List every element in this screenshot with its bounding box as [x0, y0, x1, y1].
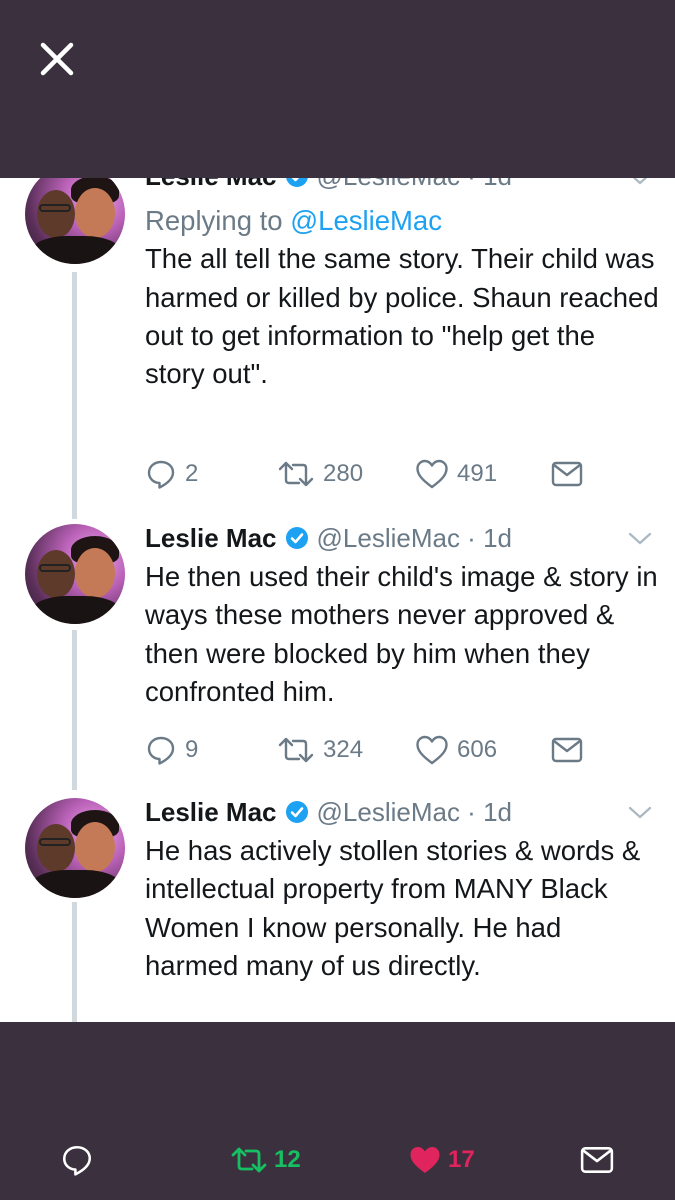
retweet-button[interactable]: 280 — [277, 456, 363, 492]
author-name[interactable]: Leslie Mac — [145, 797, 277, 828]
reply-icon — [62, 1145, 92, 1176]
heart-icon — [416, 735, 448, 765]
avatar-body — [31, 870, 121, 898]
reply-button[interactable]: 2 — [145, 456, 198, 492]
direct-message-button[interactable] — [551, 456, 583, 492]
reply-count: 2 — [185, 460, 199, 487]
avatar-glasses — [39, 204, 71, 212]
author-handle[interactable]: @LeslieMac · 1d — [317, 178, 512, 192]
tweet-actions: 9 324 606 — [145, 732, 605, 768]
author-handle[interactable]: @LeslieMac · 1d — [317, 797, 512, 828]
avatar[interactable] — [25, 798, 125, 898]
avatar-face — [37, 550, 75, 598]
bottom-bar — [0, 1022, 675, 1200]
bottom-retweet-count: 12 — [274, 1146, 301, 1173]
retweet-count: 280 — [323, 460, 364, 487]
avatar-face — [75, 822, 115, 872]
like-button[interactable]: 491 — [415, 456, 497, 492]
retweet-icon — [278, 461, 314, 487]
tweet-text: He then used their child's image & story… — [145, 561, 658, 707]
avatar-face — [75, 548, 115, 598]
avatar-face — [37, 190, 75, 238]
direct-message-icon — [551, 461, 583, 487]
thread-connector — [72, 902, 77, 1022]
retweet-icon — [278, 737, 314, 763]
author-name[interactable]: Leslie Mac — [145, 523, 277, 554]
top-bar — [0, 0, 675, 178]
tweet-text: The all tell the same story. Their child… — [145, 243, 659, 390]
reply-icon — [147, 460, 175, 489]
retweet-button[interactable]: 324 — [277, 732, 363, 768]
bottom-like-count: 17 — [448, 1146, 475, 1173]
tweet-header: Leslie Mac @LeslieMac · 1d — [145, 178, 512, 194]
reply-context: Replying to @LeslieMac — [145, 202, 660, 240]
avatar[interactable] — [25, 178, 125, 264]
tweet-body: He has actively stollen stories & words … — [145, 832, 660, 985]
tweet-header: Leslie Mac @LeslieMac · 1d — [145, 794, 512, 830]
bottom-reply-button[interactable] — [60, 1140, 94, 1180]
like-count: 491 — [457, 460, 498, 487]
tweet-body: He then used their child's image & story… — [145, 558, 660, 711]
chevron-down-icon[interactable] — [628, 532, 652, 546]
author-name[interactable]: Leslie Mac — [145, 178, 277, 192]
heart-icon — [410, 1147, 440, 1173]
thread-connector — [72, 630, 77, 790]
tweet-actions: 2 280 491 — [145, 456, 605, 492]
bottom-direct-message-button[interactable] — [580, 1140, 614, 1180]
author-handle[interactable]: @LeslieMac · 1d — [317, 523, 512, 554]
reply-count: 9 — [185, 736, 199, 763]
verified-icon — [285, 801, 308, 823]
direct-message-button[interactable] — [551, 732, 583, 768]
thread-connector — [72, 272, 77, 519]
avatar-body — [31, 596, 121, 624]
bottom-retweet-button[interactable]: 12 — [230, 1140, 301, 1180]
avatar-glasses — [39, 838, 71, 846]
avatar-glasses — [39, 564, 71, 572]
tweet-header: Leslie Mac @LeslieMac · 1d — [145, 520, 512, 556]
like-count: 606 — [457, 736, 498, 763]
reply-button[interactable]: 9 — [145, 732, 198, 768]
like-button[interactable]: 606 — [415, 732, 497, 768]
tweet-thread: Leslie Mac @LeslieMac · 1d Replying to @… — [0, 178, 675, 1022]
retweet-icon — [231, 1147, 267, 1173]
retweet-count: 324 — [323, 736, 364, 763]
avatar-body — [31, 236, 121, 264]
close-icon[interactable] — [36, 38, 78, 80]
direct-message-icon — [551, 737, 583, 763]
avatar[interactable] — [25, 524, 125, 624]
verified-icon — [285, 527, 308, 549]
tweet-body: Replying to @LeslieMac The all tell the … — [145, 202, 660, 393]
chevron-down-icon[interactable] — [628, 806, 652, 820]
bottom-like-button[interactable]: 17 — [408, 1140, 475, 1180]
reply-icon — [147, 736, 175, 765]
reply-prefix: Replying to — [145, 205, 291, 236]
avatar-face — [37, 824, 75, 872]
heart-icon — [416, 459, 448, 489]
tweet-text: He has actively stollen stories & words … — [145, 835, 641, 981]
verified-icon — [285, 178, 308, 187]
direct-message-icon — [580, 1147, 614, 1173]
avatar-face — [75, 188, 115, 238]
reply-mention-link[interactable]: @LeslieMac — [290, 205, 442, 236]
chevron-down-icon[interactable] — [628, 178, 652, 186]
